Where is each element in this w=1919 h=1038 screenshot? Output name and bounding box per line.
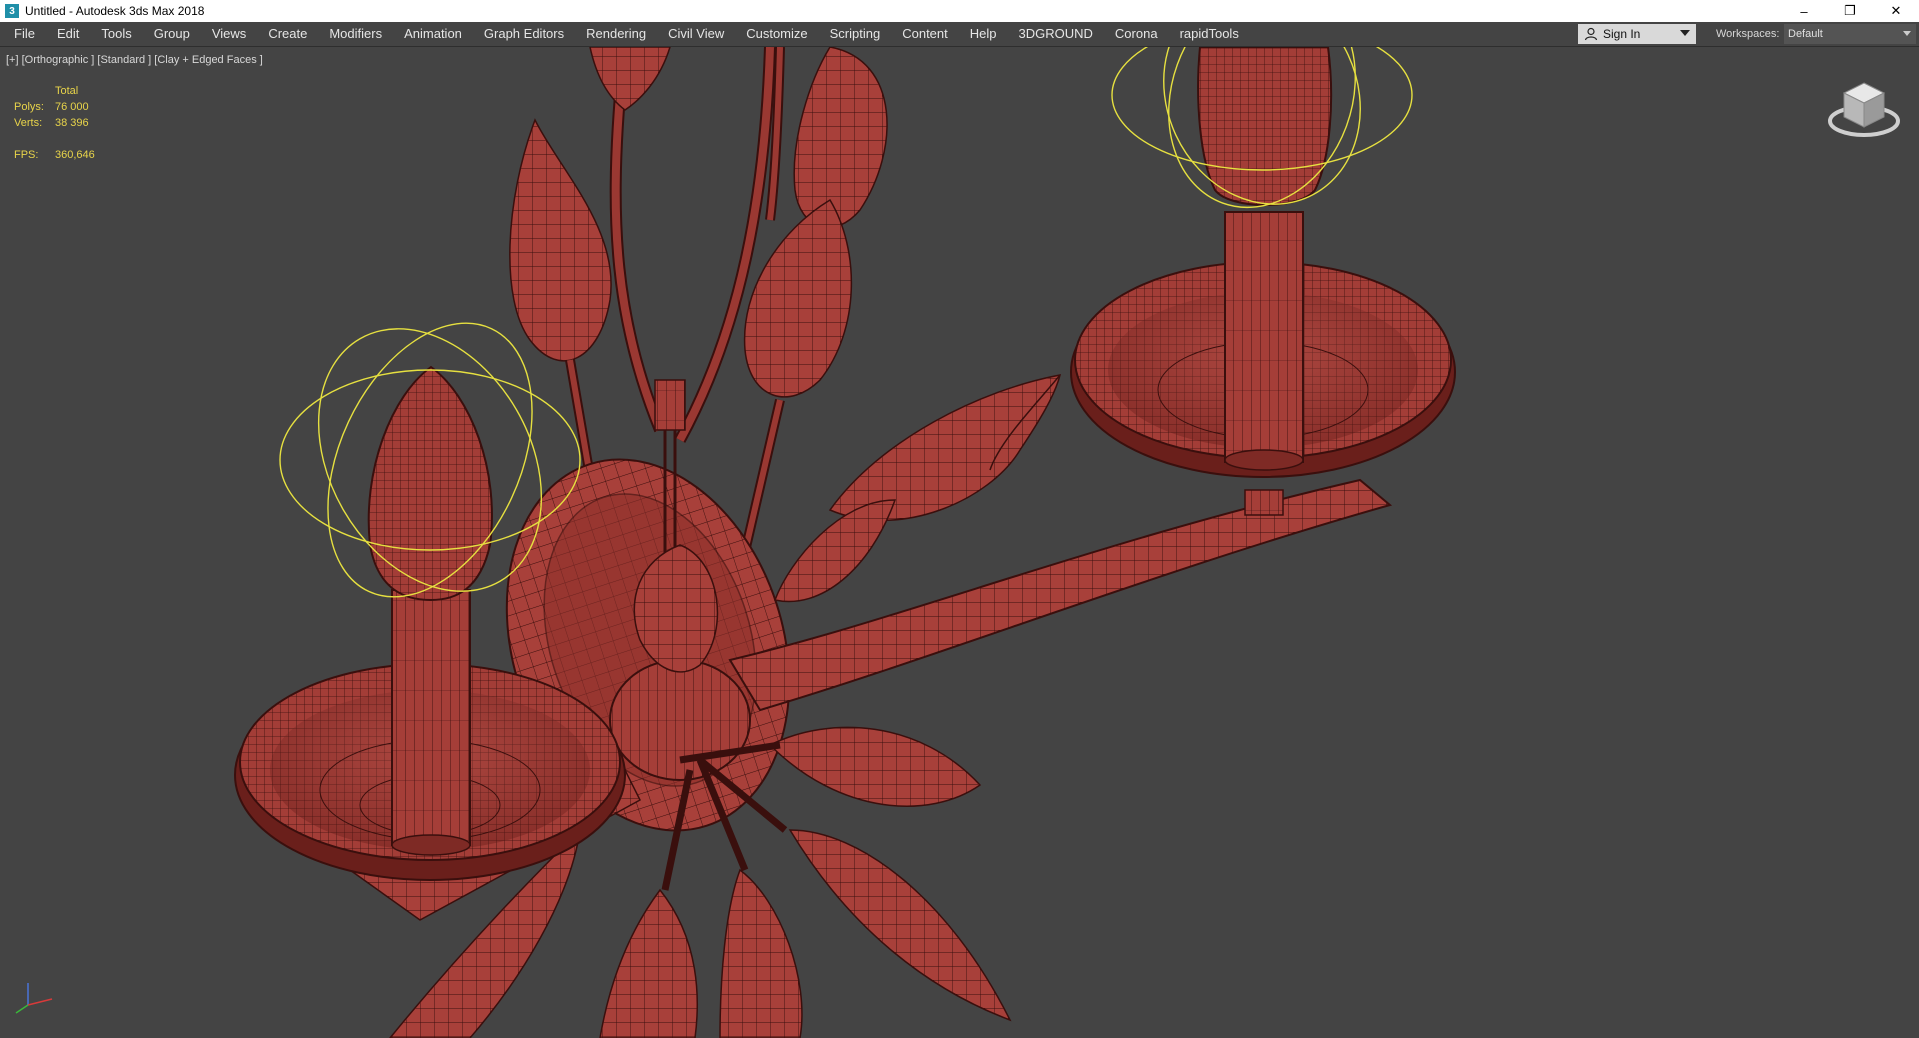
- scene-render[interactable]: [0, 47, 1919, 1038]
- menu-3dground[interactable]: 3DGROUND: [1008, 22, 1104, 46]
- window-controls: – ❐ ✕: [1781, 0, 1919, 22]
- menu-group[interactable]: Group: [143, 22, 201, 46]
- menu-scripting[interactable]: Scripting: [819, 22, 892, 46]
- minimize-icon[interactable]: –: [1781, 0, 1827, 22]
- stats-total-label: Total: [55, 85, 79, 97]
- title-bar: 3 Untitled - Autodesk 3ds Max 2018 – ❐ ✕: [0, 0, 1919, 22]
- stats-polys-value: 76 000: [55, 101, 89, 113]
- menu-animation[interactable]: Animation: [393, 22, 473, 46]
- chevron-down-icon: [1680, 30, 1690, 36]
- stats-fps-value: 360,646: [55, 149, 95, 161]
- workspaces-label: Workspaces:: [1716, 28, 1780, 40]
- stats-verts-value: 38 396: [55, 117, 89, 129]
- viewport-statistics: Total Polys: 76 000 Verts: 38 396 FPS: 360,…: [14, 83, 95, 163]
- menu-corona[interactable]: Corona: [1104, 22, 1169, 46]
- menu-views[interactable]: Views: [201, 22, 257, 46]
- close-icon[interactable]: ✕: [1873, 0, 1919, 22]
- menu-rapidtools[interactable]: rapidTools: [1169, 22, 1250, 46]
- user-icon: [1584, 27, 1598, 41]
- top-buds: [509, 47, 888, 398]
- window-title: Untitled - Autodesk 3ds Max 2018: [25, 4, 205, 18]
- right-candle-cup: [1070, 47, 1456, 516]
- restore-icon[interactable]: ❐: [1827, 0, 1873, 22]
- perspective-viewport[interactable]: [+] [Orthographic ] [Standard ] [Clay + …: [0, 47, 1919, 1038]
- menu-civil-view[interactable]: Civil View: [657, 22, 735, 46]
- chevron-down-icon: [1903, 31, 1911, 36]
- menu-rendering[interactable]: Rendering: [575, 22, 657, 46]
- stats-fps-label: FPS:: [14, 149, 39, 161]
- menu-graph-editors[interactable]: Graph Editors: [473, 22, 575, 46]
- sign-in-label: Sign In: [1603, 27, 1641, 41]
- menu-create[interactable]: Create: [257, 22, 318, 46]
- stats-verts-label: Verts:: [14, 117, 43, 129]
- menu-modifiers[interactable]: Modifiers: [318, 22, 393, 46]
- workspaces-select[interactable]: Default: [1784, 24, 1916, 44]
- menu-file[interactable]: File: [0, 22, 46, 46]
- workspaces-value: Default: [1788, 28, 1823, 40]
- menu-tools[interactable]: Tools: [90, 22, 142, 46]
- menu-help[interactable]: Help: [959, 22, 1008, 46]
- menu-customize[interactable]: Customize: [735, 22, 818, 46]
- sign-in-dropdown[interactable]: Sign In: [1578, 24, 1696, 44]
- axis-tripod-icon: [15, 983, 53, 1014]
- stats-polys-label: Polys:: [14, 101, 44, 113]
- viewcube-icon[interactable]: [1826, 77, 1902, 143]
- app-icon[interactable]: 3: [5, 4, 19, 18]
- viewport-label[interactable]: [+] [Orthographic ] [Standard ] [Clay + …: [6, 54, 263, 66]
- menu-content[interactable]: Content: [891, 22, 959, 46]
- menu-edit[interactable]: Edit: [46, 22, 90, 46]
